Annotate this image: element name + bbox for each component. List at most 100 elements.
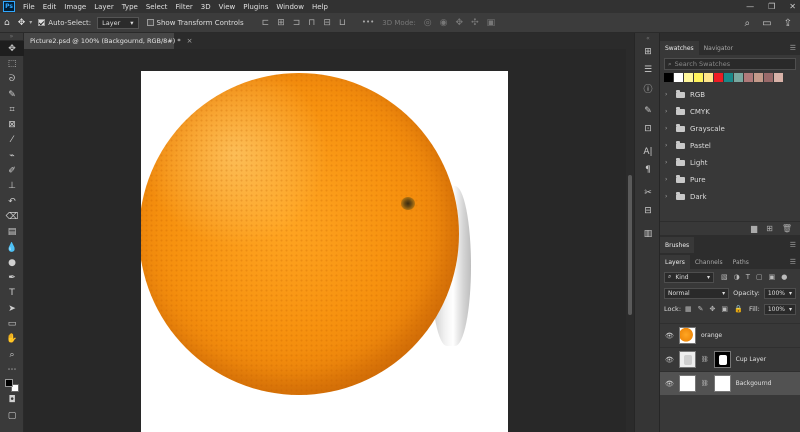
swatch-chip[interactable] — [734, 73, 743, 82]
swatch-group-dark[interactable]: › Dark — [660, 188, 800, 205]
filter-toggle-icon[interactable]: ● — [781, 273, 787, 281]
new-group-icon[interactable]: ▆ — [751, 224, 757, 233]
menu-image[interactable]: Image — [60, 3, 90, 11]
menu-window[interactable]: Window — [272, 3, 308, 11]
trash-icon[interactable]: 🗑 — [782, 224, 792, 233]
swatch-chip[interactable] — [694, 73, 703, 82]
pen-tool-icon[interactable]: ✒ — [0, 270, 24, 285]
brush-tool-icon[interactable]: ✐ — [0, 163, 24, 178]
swatch-chip[interactable] — [724, 73, 733, 82]
info-panel-icon[interactable]: ⓘ — [635, 79, 661, 97]
tools-presets-panel-icon[interactable]: ✂ — [635, 184, 661, 202]
scrollbar-thumb[interactable] — [628, 175, 632, 315]
smart-object-filter-icon[interactable]: ▣ — [769, 273, 776, 281]
scale-3d-icon[interactable]: ▣ — [487, 18, 496, 28]
auto-select-target-dropdown[interactable]: Layer ▾ — [97, 16, 139, 29]
menu-file[interactable]: File — [19, 3, 39, 11]
swatch-group-grayscale[interactable]: › Grayscale — [660, 120, 800, 137]
shape-tool-icon[interactable]: ▭ — [0, 316, 24, 331]
menu-view[interactable]: View — [215, 3, 240, 11]
menu-select[interactable]: Select — [142, 3, 172, 11]
home-icon[interactable]: ⌂ — [4, 18, 10, 28]
link-icon[interactable]: ⛓ — [701, 356, 709, 363]
marquee-tool-icon[interactable]: ⬚ — [0, 56, 24, 71]
swatch-chip[interactable] — [704, 73, 713, 82]
clone-stamp-tool-icon[interactable]: ⊥ — [0, 179, 24, 194]
eye-icon[interactable]: 👁 — [665, 380, 674, 388]
opacity-input[interactable]: 100% ▾ — [763, 287, 796, 299]
align-top-icon[interactable]: ⊓ — [308, 18, 315, 28]
drag-3d-icon[interactable]: ✥ — [456, 18, 464, 28]
slide-3d-icon[interactable]: ✣ — [471, 18, 479, 28]
tab-layers[interactable]: Layers — [660, 255, 690, 269]
screen-mode-icon[interactable]: ▢ — [0, 408, 24, 423]
shape-filter-icon[interactable]: ▢ — [756, 273, 763, 281]
crop-tool-icon[interactable]: ⌗ — [0, 102, 24, 117]
swatch-chip[interactable] — [714, 73, 723, 82]
link-icon[interactable]: ⛓ — [701, 380, 709, 387]
color-swatches-icon[interactable] — [0, 378, 24, 393]
frame-tool-icon[interactable]: ⊠ — [0, 117, 24, 132]
tab-swatches[interactable]: Swatches — [660, 41, 699, 55]
quick-select-tool-icon[interactable]: ✎ — [0, 87, 24, 102]
chevron-down-icon[interactable]: ▾ — [29, 19, 32, 26]
panel-menu-icon[interactable]: ☰ — [790, 241, 800, 249]
align-right-icon[interactable]: ⊐ — [293, 18, 301, 28]
minimize-button[interactable]: — — [746, 2, 754, 11]
move-tool-icon[interactable]: ✥ — [0, 41, 24, 57]
swatch-group-pure[interactable]: › Pure — [660, 171, 800, 188]
dodge-tool-icon[interactable]: ● — [0, 255, 24, 270]
brush-settings-panel-icon[interactable]: ✎ — [635, 102, 661, 120]
eyedropper-tool-icon[interactable]: ⁄ — [0, 133, 24, 148]
new-swatch-icon[interactable]: ⊞ — [766, 224, 773, 233]
lock-artboard-icon[interactable]: ▣ — [721, 305, 728, 313]
menu-3d[interactable]: 3D — [197, 3, 215, 11]
blur-tool-icon[interactable]: 💧 — [0, 240, 24, 255]
tab-navigator[interactable]: Navigator — [699, 41, 738, 55]
more-options-icon[interactable]: ••• — [362, 18, 374, 28]
swatch-chip[interactable] — [684, 73, 693, 82]
panel-menu-icon[interactable]: ☰ — [790, 255, 800, 269]
swatch-chip[interactable] — [764, 73, 773, 82]
toolbar-grip-icon[interactable]: » — [0, 33, 23, 41]
swatch-group-pastel[interactable]: › Pastel — [660, 137, 800, 154]
search-icon[interactable]: ⌕ — [745, 18, 751, 29]
swatch-group-light[interactable]: › Light — [660, 154, 800, 171]
canvas-area[interactable] — [24, 49, 626, 432]
zoom-tool-icon[interactable]: ⌕ — [0, 347, 24, 362]
history-panel-icon[interactable]: ⊞ — [635, 43, 661, 61]
adjustments-panel-icon[interactable]: ☰ — [635, 61, 661, 79]
character-panel-icon[interactable]: A| — [635, 143, 661, 161]
lock-all-icon[interactable]: 🔒 — [734, 305, 743, 313]
eye-icon[interactable]: 👁 — [665, 332, 674, 340]
type-filter-icon[interactable]: T — [746, 273, 750, 281]
paragraph-panel-icon[interactable]: ¶ — [635, 161, 661, 179]
quick-mask-icon[interactable]: ◘ — [0, 393, 24, 408]
layer-row-cup[interactable]: 👁 ⛓ Cup Layer — [660, 347, 800, 371]
document-tab[interactable]: Picture2.psd @ 100% (Backgournd, RGB/8#)… — [24, 33, 192, 49]
tab-paths[interactable]: Paths — [728, 255, 754, 269]
close-tab-icon[interactable]: × — [187, 37, 193, 45]
move-tool-preset-icon[interactable]: ✥ — [18, 18, 26, 28]
menu-layer[interactable]: Layer — [90, 3, 118, 11]
menu-filter[interactable]: Filter — [171, 3, 196, 11]
swatch-chip[interactable] — [744, 73, 753, 82]
lasso-tool-icon[interactable]: ᘐ — [0, 72, 24, 87]
layer-row-background[interactable]: 👁 ⛓ Backgournd — [660, 371, 800, 395]
edit-toolbar-icon[interactable]: ⋯ — [0, 362, 24, 377]
clone-source-panel-icon[interactable]: ⊡ — [635, 120, 661, 138]
layer-mask-thumbnail[interactable] — [713, 375, 731, 392]
menu-help[interactable]: Help — [308, 3, 332, 11]
menu-plugins[interactable]: Plugins — [239, 3, 272, 11]
orbit-icon[interactable]: ◎ — [424, 18, 432, 28]
lock-image-icon[interactable]: ✎ — [698, 305, 704, 313]
properties-panel-icon[interactable]: ⊟ — [635, 202, 661, 220]
strip-collapse-icon[interactable]: « — [635, 33, 661, 43]
align-hcenter-icon[interactable]: ⊞ — [277, 18, 285, 28]
workspace-icon[interactable]: ▭ — [762, 18, 771, 29]
tab-brushes[interactable]: Brushes — [660, 237, 695, 253]
align-bottom-icon[interactable]: ⊔ — [339, 18, 346, 28]
path-selection-tool-icon[interactable]: ➤ — [0, 301, 24, 316]
swatch-group-rgb[interactable]: › RGB — [660, 86, 800, 103]
gradient-tool-icon[interactable]: ▤ — [0, 225, 24, 240]
